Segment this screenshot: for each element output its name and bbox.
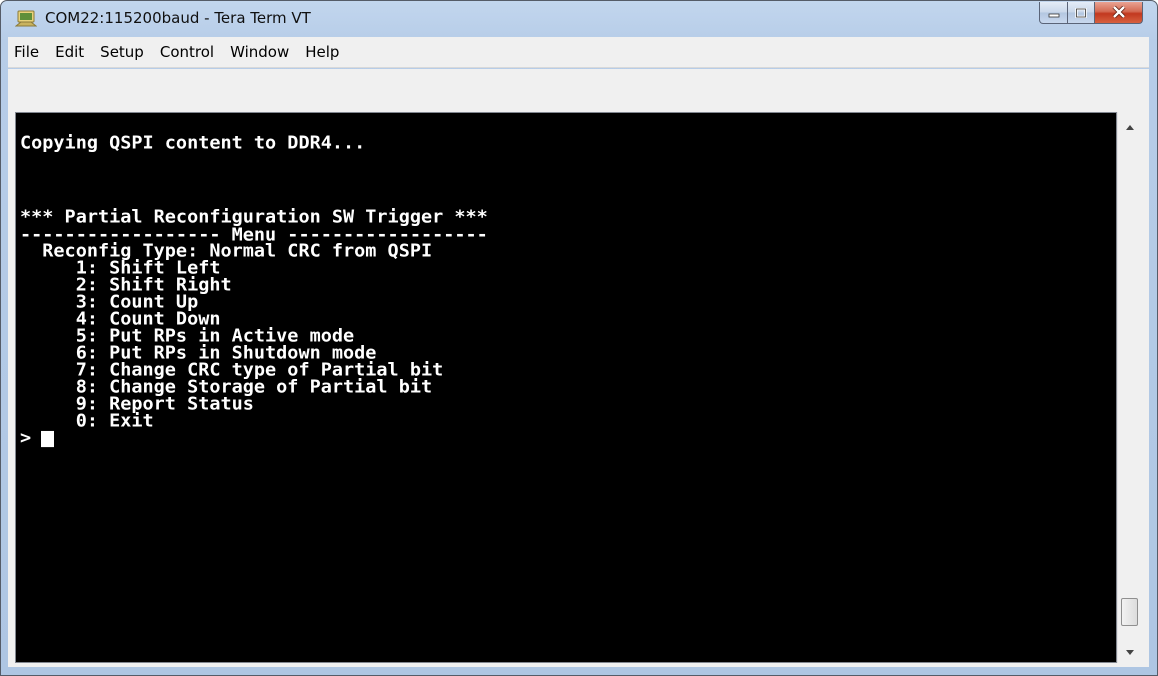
close-button[interactable] <box>1095 2 1143 24</box>
window-title: COM22:115200baud - Tera Term VT <box>45 9 311 27</box>
prompt-line: > <box>20 428 55 449</box>
terminal-line: Copying QSPI content to DDR4... <box>20 133 366 154</box>
scroll-down-button[interactable] <box>1118 641 1142 659</box>
minimize-button[interactable] <box>1039 2 1068 24</box>
maximize-icon <box>1075 3 1087 22</box>
menu-control[interactable]: Control <box>152 37 222 67</box>
vertical-scrollbar[interactable] <box>1117 112 1142 663</box>
terminal-screen[interactable]: Copying QSPI content to DDR4... *** Part… <box>15 112 1117 663</box>
terminal-line: *** Partial Reconfiguration SW Trigger *… <box>20 207 488 228</box>
terminal-line: 0: Exit <box>20 411 154 432</box>
tera-term-icon[interactable] <box>14 10 38 28</box>
close-icon <box>1112 3 1126 22</box>
menu-file[interactable]: File <box>8 37 47 67</box>
prompt-symbol: > <box>20 428 32 449</box>
scroll-up-button[interactable] <box>1118 116 1142 134</box>
menu-edit[interactable]: Edit <box>47 37 92 67</box>
menu-window[interactable]: Window <box>222 37 297 67</box>
menu-bar: File Edit Setup Control Window Help <box>8 37 1149 68</box>
minimize-icon <box>1048 3 1060 22</box>
scroll-up-arrow-icon <box>1125 116 1135 135</box>
scroll-thumb[interactable] <box>1121 598 1138 626</box>
maximize-button[interactable] <box>1068 2 1095 24</box>
title-bar[interactable]: COM22:115200baud - Tera Term VT <box>1 1 1157 37</box>
caption-buttons <box>1039 2 1143 24</box>
menu-help[interactable]: Help <box>297 37 347 67</box>
menu-setup[interactable]: Setup <box>92 37 152 67</box>
scroll-down-arrow-icon <box>1125 641 1135 660</box>
text-cursor <box>41 430 55 447</box>
